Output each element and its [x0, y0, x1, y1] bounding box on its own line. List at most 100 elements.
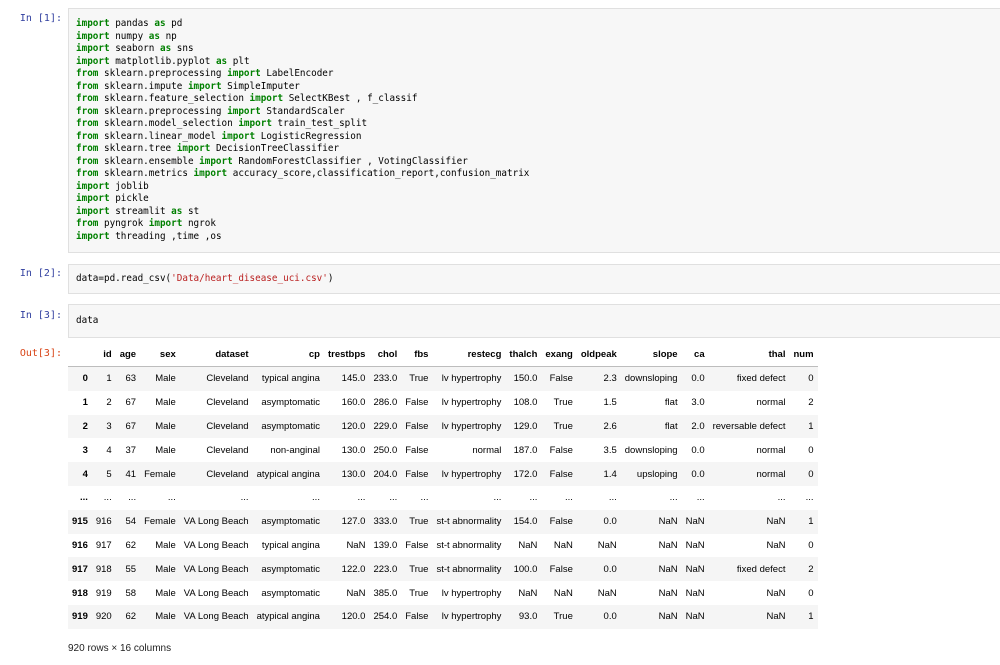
table-cell: Cleveland: [206, 397, 249, 409]
table-cell: ...: [357, 492, 366, 504]
code-text: sklearn.model_selection: [98, 118, 239, 129]
code-text: sklearn.preprocessing: [98, 105, 228, 117]
code-keyword: import: [187, 80, 222, 92]
code-text: joblib: [109, 180, 149, 192]
column-header-id: id: [91, 342, 116, 367]
code-line: from sklearn.model_selection import trai…: [69, 118, 1000, 131]
table-cell: VA Long Beach: [183, 516, 249, 528]
table-cell: ...: [669, 492, 678, 504]
table-cell: 130.0: [341, 468, 366, 480]
table-cell: 917: [95, 539, 112, 551]
table-cell: NaN: [685, 516, 705, 528]
code-text: matplotlib.pyplot: [109, 55, 216, 67]
table-row: ........................................…: [68, 485, 818, 510]
table-cell: 0: [808, 468, 814, 480]
column-header-trestbps: trestbps: [323, 342, 370, 367]
table-cell: 223.0: [373, 563, 398, 575]
table-cell: asymptomatic: [261, 420, 320, 432]
code-line: import numpy as np: [69, 31, 1000, 44]
table-cell: 918: [95, 563, 112, 575]
table-row: 3 4 37 Male Cleveland non-anginal 130.0 250.0 Fa…: [68, 438, 818, 463]
code-text: sklearn.tree: [98, 143, 177, 154]
table-cell: NaN: [766, 587, 786, 599]
table-cell: 2: [808, 397, 814, 409]
code-line: from sklearn.linear_model import Logisti…: [69, 131, 1000, 144]
table-cell: False: [549, 444, 573, 456]
table-cell: ...: [420, 492, 429, 504]
code-line: import matplotlib.pyplot as plt: [69, 56, 1000, 69]
code-cell-2[interactable]: data=pd.read_csv('Data/heart_disease_uci…: [68, 264, 1000, 294]
table-cell: VA Long Beach: [183, 539, 249, 551]
code-line: from sklearn.preprocessing import LabelE…: [69, 68, 1000, 81]
table-cell: st-t abnormality: [436, 563, 502, 575]
dataframe-table: id age sex dataset cp trestbps chol fbs restecg t…: [68, 342, 818, 629]
table-cell: 41: [125, 468, 137, 480]
table-cell: 0.0: [691, 468, 705, 480]
column-header-num: num: [789, 342, 818, 367]
code-line: from pyngrok import ngrok: [69, 218, 1000, 231]
table-cell: ...: [167, 492, 176, 504]
code-text: threading ,time ,os: [109, 230, 222, 242]
table-cell: flat: [664, 420, 678, 432]
code-line: import seaborn as sns: [69, 43, 1000, 56]
code-line: from sklearn.tree import DecisionTreeCla…: [69, 143, 1000, 156]
table-cell: NaN: [518, 587, 538, 599]
code-text: np: [159, 30, 177, 42]
code-text: LabelEncoder: [260, 68, 334, 79]
code-text: SimpleImputer: [221, 80, 300, 92]
table-row: 915 916 54 Female VA Long Beach asymptomatic 1…: [68, 509, 818, 534]
table-cell: True: [409, 516, 429, 528]
code-keyword: import: [76, 193, 110, 204]
table-cell: False: [405, 397, 429, 409]
table-cell: normal: [756, 444, 786, 456]
table-cell: 62: [125, 611, 137, 623]
code-text: pickle: [109, 193, 149, 204]
table-cell: Cleveland: [206, 444, 249, 456]
row-index: 919: [72, 611, 88, 623]
table-cell: Cleveland: [206, 373, 249, 385]
code-keyword: from: [76, 68, 99, 79]
table-cell: 2.6: [603, 420, 617, 432]
table-cell: normal: [756, 397, 786, 409]
code-line: import streamlit as st: [69, 206, 1000, 219]
code-keyword: import: [76, 30, 110, 42]
table-cell: ...: [312, 492, 320, 504]
code-cell-2-source: data=pd.read_csv('Data/heart_disease_uci…: [69, 265, 1000, 286]
code-line: from sklearn.metrics import accuracy_sco…: [69, 168, 1000, 181]
dataframe-body: 0 1 63 Male Cleveland typical angina 145.0 233.…: [68, 366, 818, 629]
row-index: 4: [82, 468, 88, 480]
table-cell: ...: [103, 492, 112, 504]
table-cell: VA Long Beach: [183, 611, 249, 623]
code-cell-1[interactable]: import pandas as pd import numpy as np imp…: [68, 8, 1000, 253]
row-index: 918: [72, 587, 88, 599]
table-row: 0 1 63 Male Cleveland typical angina 145.0 233.…: [68, 366, 818, 391]
table-cell: 154.0: [513, 516, 538, 528]
table-cell: NaN: [685, 587, 705, 599]
table-cell: False: [549, 516, 573, 528]
row-index: 916: [72, 539, 88, 551]
code-cell-3[interactable]: data: [68, 304, 1000, 338]
table-cell: ...: [805, 492, 814, 504]
table-cell: 254.0: [373, 611, 398, 623]
table-cell: NaN: [597, 539, 617, 551]
table-cell: 0: [808, 539, 814, 551]
column-header-exang: exang: [541, 342, 577, 367]
table-cell: Male: [155, 397, 176, 409]
table-cell: Female: [144, 468, 176, 480]
column-header-fbs: fbs: [401, 342, 433, 367]
table-cell: 120.0: [341, 611, 366, 623]
table-cell: Cleveland: [206, 420, 249, 432]
column-header-slope: slope: [620, 342, 682, 367]
code-keyword: from: [76, 130, 99, 142]
table-cell: 2: [808, 563, 814, 575]
code-line: import pandas as pd: [69, 18, 1000, 31]
code-keyword: as: [171, 205, 183, 217]
column-header-chol: chol: [369, 342, 402, 367]
table-cell: ...: [608, 492, 617, 504]
column-header-dataset: dataset: [179, 342, 253, 367]
table-cell: VA Long Beach: [183, 563, 249, 575]
table-cell: 3.5: [603, 444, 617, 456]
table-cell: lv hypertrophy: [441, 468, 502, 480]
table-cell: True: [409, 563, 429, 575]
table-cell: ...: [696, 492, 705, 504]
